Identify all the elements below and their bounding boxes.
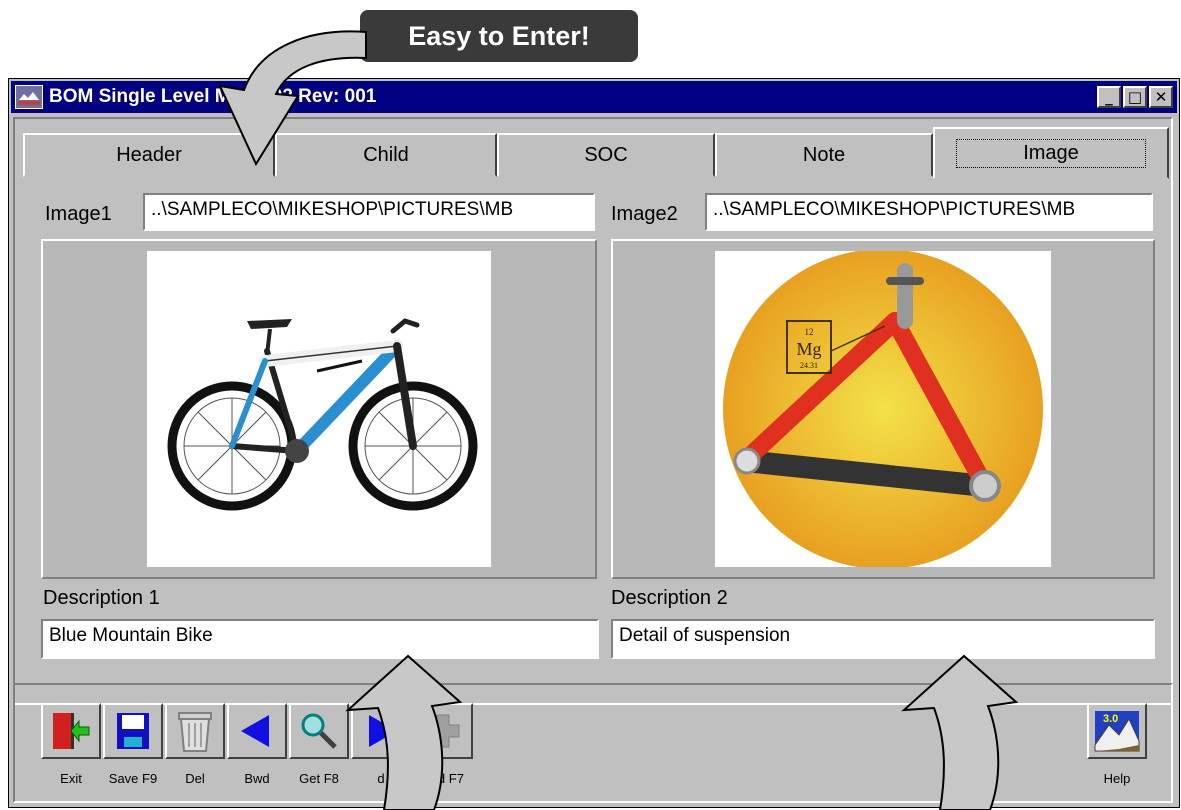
app-icon — [15, 85, 43, 109]
close-button[interactable]: ✕ — [1149, 86, 1173, 108]
backward-label: Bwd — [244, 771, 270, 786]
callout-arrow-to-description2 — [901, 654, 1019, 810]
left-arrow-icon — [241, 715, 269, 747]
tab-note[interactable]: Note — [715, 133, 933, 177]
tab-soc[interactable]: SOC — [497, 133, 715, 177]
element-symbol-text: Mg — [796, 339, 821, 359]
image2-panel: 12 Mg 24.31 — [611, 239, 1155, 579]
maximize-button[interactable]: □ — [1123, 86, 1147, 108]
tab-label: Image — [956, 138, 1146, 168]
callout-arrow-to-description1 — [345, 654, 463, 810]
element-weight-text: 24.31 — [800, 361, 818, 370]
title-bar[interactable]: BOM Single Level MBBA02 Rev: 001 _ □ ✕ — [11, 81, 1177, 113]
easy-to-enter-callout: Easy to Enter! — [360, 10, 638, 62]
image2-label: Image2 — [611, 203, 678, 225]
tab-label: SOC — [584, 143, 628, 166]
exit-button[interactable] — [41, 703, 101, 759]
delete-label: Del — [185, 771, 205, 786]
tab-image[interactable]: Image — [933, 127, 1169, 179]
tab-label: Note — [802, 143, 846, 166]
delete-button[interactable] — [165, 703, 225, 759]
image1-path-input[interactable]: ..\SAMPLECO\MIKESHOP\PICTURES\MB — [143, 193, 595, 231]
description1-input[interactable]: Blue Mountain Bike — [41, 619, 599, 659]
callout-text: Easy to Enter! — [408, 20, 590, 51]
callout-arrow-to-header — [218, 30, 367, 167]
floppy-disk-icon — [117, 713, 149, 749]
backward-button[interactable] — [227, 703, 287, 759]
minimize-button[interactable]: _ — [1097, 86, 1121, 108]
save-label: Save F9 — [108, 771, 158, 786]
exit-label: Exit — [60, 771, 82, 786]
description2-input[interactable]: Detail of suspension — [611, 619, 1155, 659]
help-label: Help — [1103, 771, 1131, 786]
image2-path-input[interactable]: ..\SAMPLECO\MIKESHOP\PICTURES\MB — [705, 193, 1153, 231]
description1-label: Description 1 — [43, 587, 160, 609]
element-number-text: 12 — [805, 327, 814, 337]
help-version-text: 3.0 — [1103, 713, 1118, 725]
trash-can-icon — [178, 712, 212, 752]
image1-label: Image1 — [45, 203, 112, 225]
description2-label: Description 2 — [611, 587, 728, 609]
suspension-image: 12 Mg 24.31 — [715, 249, 1051, 569]
help-book-icon: 3.0 — [1094, 711, 1140, 752]
image1-panel — [41, 239, 597, 579]
exit-door-icon — [53, 713, 90, 749]
tab-label: Header — [116, 143, 182, 166]
save-button[interactable] — [103, 703, 163, 759]
bike-image — [147, 251, 491, 567]
help-button[interactable]: 3.0 — [1087, 703, 1147, 759]
